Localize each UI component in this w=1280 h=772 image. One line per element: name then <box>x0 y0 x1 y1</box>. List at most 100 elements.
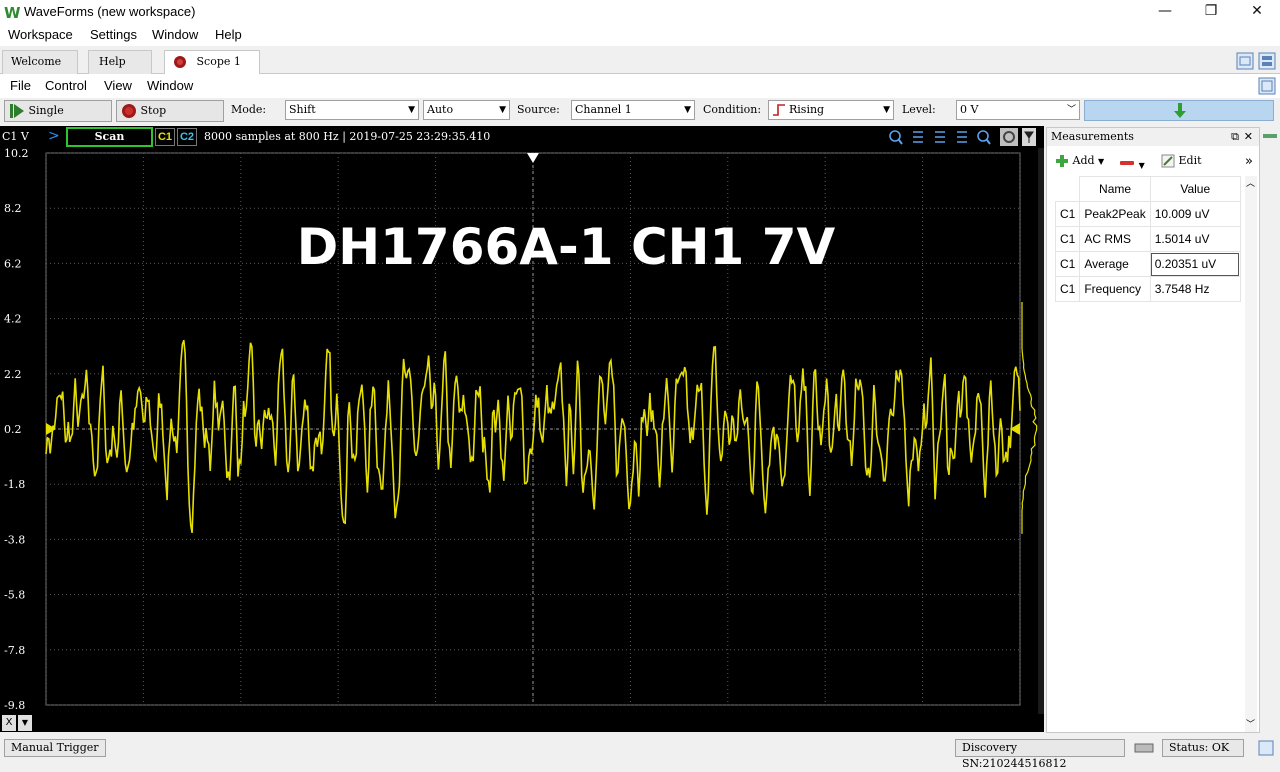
zoom-vertical-icon[interactable] <box>935 131 945 143</box>
table-row[interactable]: C1 AC RMS 1.5014 uV <box>1054 226 1241 252</box>
level-input[interactable]: 0 V ﹀ <box>956 100 1080 120</box>
trigger-position-marker[interactable] <box>527 153 539 163</box>
arrow-down-icon <box>1174 103 1186 118</box>
x-axis-menu-icon[interactable]: X <box>2 715 16 731</box>
mode-select[interactable]: Shift ▼ <box>285 100 419 120</box>
edit-measurement-button[interactable]: Edit <box>1161 154 1202 168</box>
scope-icon <box>174 56 186 68</box>
chevron-down-icon: ▼ <box>883 105 890 115</box>
overflow-chevron-icon[interactable]: » <box>1245 154 1253 169</box>
scan-button[interactable]: Scan <box>66 127 153 147</box>
scope-plot-svg[interactable]: 10.28.26.24.22.20.2-1.8-3.8-5.8-7.8-9.8-… <box>0 148 1044 714</box>
row-value: 0.20351 uV <box>1149 251 1241 277</box>
restore-button[interactable]: ❐ <box>1188 0 1234 24</box>
zoom-fit-icon[interactable] <box>957 131 967 143</box>
manual-trigger-button[interactable]: Manual Trigger <box>4 739 106 757</box>
col-value-header: Value <box>1149 176 1241 202</box>
play-arrow-icon[interactable]: > <box>48 128 60 144</box>
level-value: 0 V <box>960 103 979 116</box>
tab-help[interactable]: Help <box>88 50 152 74</box>
table-row[interactable]: C1 Average 0.20351 uV <box>1054 251 1241 277</box>
scope-plot-area[interactable]: 10.28.26.24.22.20.2-1.8-3.8-5.8-7.8-9.8-… <box>0 148 1044 732</box>
table-row[interactable]: C1 Peak2Peak 10.009 uV <box>1054 201 1241 227</box>
measurements-table: Name Value C1 Peak2Peak 10.009 uV C1 AC … <box>1054 176 1241 302</box>
dock-window-icon[interactable] <box>1258 52 1276 70</box>
menu-help[interactable]: Help <box>215 27 242 42</box>
row-value: 3.7548 Hz <box>1149 276 1241 302</box>
undock-icon[interactable]: ⧉ <box>1231 128 1239 146</box>
row-name: Frequency <box>1079 276 1151 302</box>
c2-label: C2 <box>179 131 195 143</box>
source-label: Source: <box>517 103 560 116</box>
row-value: 10.009 uV <box>1149 201 1241 227</box>
zoom-in-icon[interactable] <box>889 130 903 145</box>
trigger-level-button[interactable] <box>1084 100 1274 121</box>
y-tick-label: 0.2 <box>4 423 22 436</box>
y-tick-label: -3.8 <box>4 533 25 546</box>
device-info: Discovery SN:210244516812 <box>955 739 1125 770</box>
single-run-icon <box>10 104 24 118</box>
mode-value: Shift <box>289 103 316 116</box>
panel-close-icon[interactable]: ✕ <box>1244 128 1253 146</box>
float-window-icon[interactable] <box>1236 52 1254 70</box>
zoom-out-icon[interactable] <box>977 130 991 145</box>
channel-2-toggle[interactable]: C2 <box>177 128 197 146</box>
edit-icon <box>1161 154 1175 168</box>
remove-measurement-button[interactable]: ▼ <box>1119 156 1145 171</box>
close-button[interactable]: ✕ <box>1234 0 1280 24</box>
single-label: Single <box>28 104 64 117</box>
menu-window[interactable]: Window <box>152 27 198 42</box>
condition-select[interactable]: Rising ▼ <box>768 100 894 120</box>
right-dock-strip <box>1260 127 1280 733</box>
mode-label: Mode: <box>231 103 267 116</box>
table-row[interactable]: C1 Frequency 3.7548 Hz <box>1054 276 1241 302</box>
col-name-header: Name <box>1079 176 1151 202</box>
scroll-up-icon[interactable]: ︿ <box>1246 176 1255 189</box>
tab-help-label: Help <box>99 55 126 68</box>
main-menu-bar: Workspace Settings Window Help <box>0 24 1280 46</box>
menu-workspace[interactable]: Workspace <box>8 27 73 42</box>
zoom-horizontal-icon[interactable] <box>913 131 923 143</box>
add-measurement-button[interactable]: Add ▼ <box>1055 154 1104 168</box>
chevron-down-icon[interactable]: ▼ <box>18 715 32 731</box>
y-tick-label: -1.8 <box>4 478 25 491</box>
plot-right-scrollbar[interactable] <box>1038 148 1044 714</box>
minimize-button[interactable]: — <box>1142 0 1188 24</box>
resize-grip-icon[interactable] <box>1258 740 1274 756</box>
level-label: Level: <box>902 103 936 116</box>
y-tick-label: -9.8 <box>4 699 25 712</box>
remove-icon <box>1120 161 1134 165</box>
condition-value: Rising <box>789 103 825 116</box>
device-icon[interactable] <box>1134 741 1154 755</box>
row-value: 1.5014 uV <box>1149 226 1241 252</box>
auto-value: Auto <box>427 103 454 116</box>
measurements-scrollbar[interactable]: ︿ ﹀ <box>1245 176 1257 732</box>
stop-label: Stop <box>140 104 167 117</box>
window-title: WaveForms (new workspace) <box>24 4 196 19</box>
stop-button[interactable]: Stop <box>116 100 224 122</box>
pin-icon[interactable] <box>1022 128 1036 146</box>
add-icon <box>1056 155 1068 167</box>
panel-layout-icon[interactable] <box>1258 77 1276 95</box>
tab-welcome[interactable]: Welcome <box>2 50 78 90</box>
menu-control[interactable]: Control <box>45 78 87 93</box>
menu-view[interactable]: View <box>104 78 132 93</box>
rising-edge-icon <box>773 104 785 116</box>
channel-unit-label: C1 V <box>2 130 29 143</box>
channel-1-toggle[interactable]: C1 <box>155 128 175 146</box>
waveforms-logo-icon: W <box>4 4 21 22</box>
source-select[interactable]: Channel 1 ▼ <box>571 100 695 120</box>
menu-scope-window[interactable]: Window <box>147 78 193 93</box>
scroll-down-icon[interactable]: ﹀ <box>1246 717 1255 730</box>
chevron-down-icon: ﹀ <box>1066 105 1076 115</box>
auto-select[interactable]: Auto ▼ <box>423 100 510 120</box>
single-button[interactable]: Single <box>4 100 112 122</box>
time-axis-bar: X ▼ <box>0 714 1044 732</box>
dock-tab-icon[interactable] <box>1263 131 1277 141</box>
tab-scope-1[interactable]: Scope 1 <box>164 50 260 91</box>
status-bar: Manual Trigger Discovery SN:210244516812… <box>0 736 1280 770</box>
condition-label: Condition: <box>703 103 762 116</box>
menu-settings[interactable]: Settings <box>90 27 137 42</box>
menu-file[interactable]: File <box>10 78 31 93</box>
settings-gear-icon[interactable] <box>1000 128 1018 146</box>
